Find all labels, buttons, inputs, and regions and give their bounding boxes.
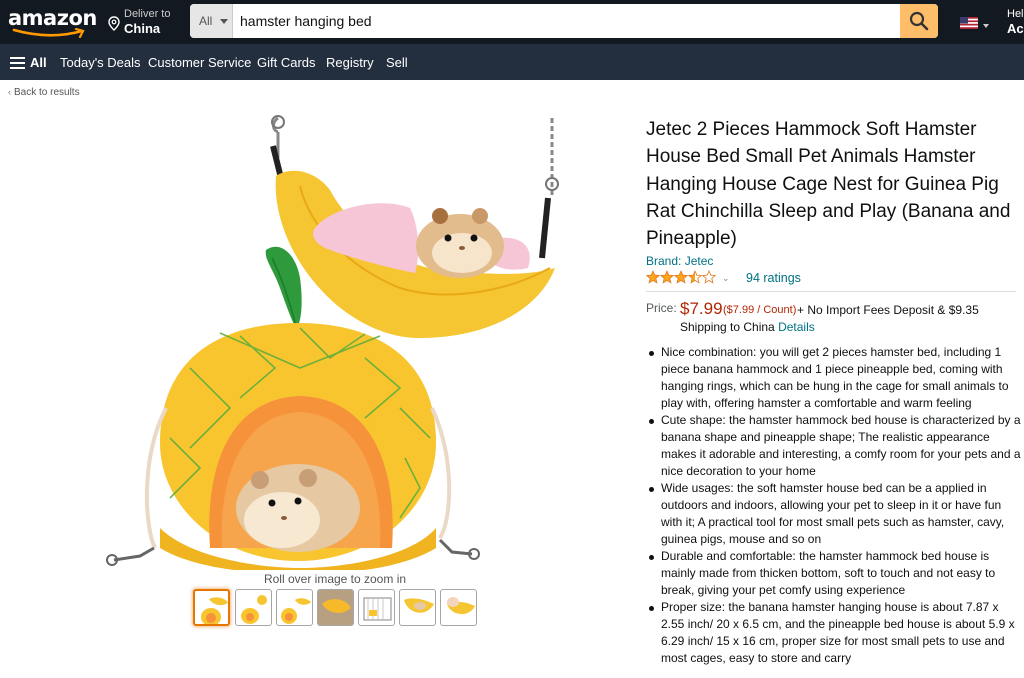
deliver-to[interactable]: Deliver to China <box>108 8 180 38</box>
nav-item-registry[interactable]: Registry <box>326 55 374 70</box>
brand-link[interactable]: Brand: Jetec <box>646 254 713 268</box>
thumbnail-3[interactable] <box>276 589 313 626</box>
language-caret-icon <box>983 24 989 28</box>
us-flag-icon[interactable] <box>960 17 978 29</box>
import-fees: + No Import Fees Deposit & $9.35 <box>797 303 979 317</box>
amazon-logo[interactable]: amazon <box>8 6 97 38</box>
feature-bullet: Cute shape: the hamster hammock bed hous… <box>646 412 1022 480</box>
price-value: $7.99 <box>680 299 723 318</box>
shipping-details-link[interactable]: Details <box>778 320 815 334</box>
zoom-hint: Roll over image to zoom in <box>263 572 407 586</box>
feature-bullet: Wide usages: the soft hamster house bed … <box>646 480 1022 548</box>
shipping-info: Shipping to China Details <box>680 320 815 334</box>
deliver-label: Deliver to <box>124 8 171 20</box>
back-to-results-label: Back to results <box>14 87 80 98</box>
back-to-results-link[interactable]: ‹ Back to results <box>8 87 80 98</box>
feature-bullet: Proper size: the banana hamster hanging … <box>646 599 1022 667</box>
thumbnail-image <box>241 595 267 624</box>
thumbnail-image <box>363 597 392 621</box>
search-bar: All <box>190 4 938 38</box>
unit-price: ($7.99 / Count) <box>723 304 797 316</box>
account-lists[interactable]: Acc <box>1007 21 1024 36</box>
top-header: amazon Deliver to China All hamster hang… <box>0 0 1024 44</box>
product-title: Jetec 2 Pieces Hammock Soft Hamster Hous… <box>646 119 1011 250</box>
thumbnail-2[interactable] <box>235 589 272 626</box>
hamburger-menu-icon[interactable] <box>10 57 26 69</box>
search-category-dropdown[interactable]: All <box>190 4 233 38</box>
thumbnail-image <box>404 598 434 613</box>
feature-bullet: Nice combination: you will get 2 pieces … <box>646 344 1022 412</box>
chevron-down-icon[interactable]: ⌄ <box>722 273 730 284</box>
search-input[interactable] <box>234 4 900 38</box>
nav-item-todays-deals[interactable]: Today's Deals <box>60 55 141 70</box>
thumbnail-1[interactable] <box>193 589 230 626</box>
search-button[interactable] <box>900 4 938 38</box>
thumbnail-image <box>281 598 311 624</box>
thumbnail-image <box>318 590 353 625</box>
nav-item-sell[interactable]: Sell <box>386 55 408 70</box>
logo-text: amazon <box>8 6 97 30</box>
nav-all[interactable]: All <box>30 55 47 70</box>
chevron-down-icon <box>220 19 228 24</box>
shipping-text: Shipping to China <box>680 320 775 334</box>
star-rating-icon[interactable] <box>646 270 718 285</box>
feature-bullets: Nice combination: you will get 2 pieces … <box>646 344 1022 667</box>
search-category-label: All <box>199 14 213 28</box>
deliver-location: China <box>124 21 161 36</box>
thumbnail-4[interactable] <box>317 589 354 626</box>
nav-bar: All Today's Deals Customer Service Gift … <box>0 44 1024 80</box>
nav-item-gift-cards[interactable]: Gift Cards <box>257 55 316 70</box>
thumbnail-6[interactable] <box>399 589 436 626</box>
search-icon <box>909 11 929 31</box>
divider <box>646 291 1016 292</box>
thumbnail-image <box>201 597 228 624</box>
thumbnail-7[interactable] <box>440 589 477 626</box>
nav-item-customer-service[interactable]: Customer Service <box>148 55 251 70</box>
chevron-left-icon: ‹ <box>8 87 11 97</box>
thumbnail-5[interactable] <box>358 589 395 626</box>
logo-smile-icon <box>12 28 85 38</box>
thumbnail-image <box>447 597 475 615</box>
feature-bullet: Durable and comfortable: the hamster ham… <box>646 548 1022 599</box>
price-label: Price: <box>646 301 677 315</box>
location-pin-icon <box>108 16 120 31</box>
main-product-image[interactable] <box>100 108 580 570</box>
account-greeting[interactable]: Hell <box>1007 8 1024 20</box>
ratings-count-link[interactable]: 94 ratings <box>746 271 801 285</box>
